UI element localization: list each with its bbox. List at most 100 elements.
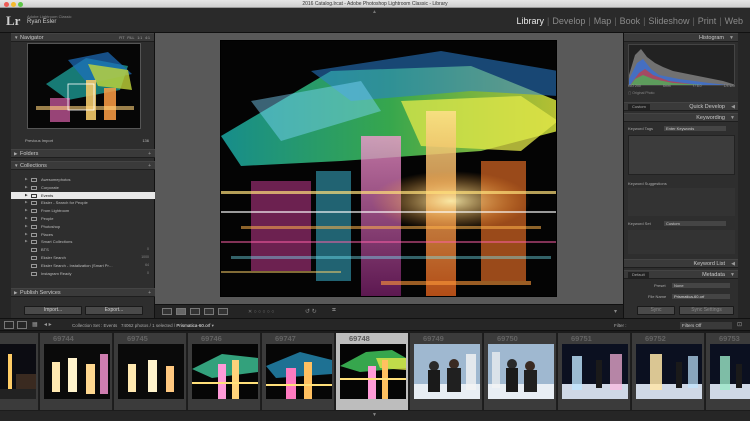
publish-services-header[interactable]: ▶ Publish Services +	[11, 288, 155, 297]
filmstrip-thumbnail[interactable]: 69751	[558, 333, 631, 410]
filter-lock-icon[interactable]: ⊡	[737, 321, 742, 328]
crop-overlay-icon[interactable]: ⌗	[332, 307, 336, 315]
keyword-set-dropdown[interactable]: Custom	[664, 221, 726, 226]
expand-arrow-icon[interactable]: ▶	[25, 176, 28, 184]
catalog-previous-import[interactable]: Previous Import 136	[11, 137, 155, 144]
module-book[interactable]: Book	[617, 16, 644, 26]
collapse-triangle-icon: ▼	[14, 35, 19, 40]
keywording-header[interactable]: Keywording ▼	[624, 113, 739, 122]
filmstrip-thumbnail[interactable]: 69752	[632, 333, 705, 410]
keyword-list-header[interactable]: Keyword List ◀	[624, 259, 739, 268]
expand-arrow-icon[interactable]: ▶	[25, 215, 28, 223]
filmstrip-thumbnail[interactable]	[0, 333, 39, 410]
expand-arrow-icon[interactable]: ▶	[25, 207, 28, 215]
zoom-fill[interactable]: FILL	[127, 36, 134, 40]
collection-item[interactable]: Eksler Search - Instalization (Smart Pr……	[11, 262, 155, 270]
grid-view-icon[interactable]	[162, 308, 172, 315]
expand-arrow-icon[interactable]: ▶	[25, 238, 28, 246]
keyword-set-grid[interactable]	[628, 230, 735, 254]
grid-shortcut-icon[interactable]: ▦	[32, 321, 38, 328]
display-2-icon[interactable]	[17, 321, 27, 329]
histogram-chart[interactable]	[628, 44, 735, 86]
collection-item[interactable]: ▶ People	[11, 215, 155, 223]
filmstrip-thumbnail[interactable]: 69744	[40, 333, 113, 410]
loupe-view[interactable]	[155, 33, 623, 304]
original-photo-checkbox[interactable]: ▢ Original Photo	[628, 91, 654, 95]
filmstrip-thumbnail[interactable]: 69747	[262, 333, 335, 410]
survey-view-icon[interactable]	[204, 308, 214, 315]
filmstrip-thumbnail[interactable]: 69745	[114, 333, 187, 410]
panel-toggle-bottom-icon[interactable]: ▼	[372, 412, 377, 418]
navigator-preview[interactable]	[27, 43, 141, 129]
right-panel-edge[interactable]	[738, 33, 750, 318]
people-view-icon[interactable]	[218, 308, 228, 315]
collection-set-icon	[31, 185, 37, 190]
collection-item[interactable]: ▶ Photoshop	[11, 223, 155, 231]
filter-dropdown[interactable]: Filters Off	[680, 322, 732, 329]
navigator-header[interactable]: ▼ Navigator FIT FILL 1:1 4:1	[11, 33, 154, 42]
collection-item[interactable]: ▶ From Lightroom	[11, 207, 155, 215]
quick-develop-preset[interactable]: Custom	[628, 104, 650, 110]
collection-item[interactable]: ▶ Smart Collections	[11, 238, 155, 246]
filmstrip-thumbnail[interactable]: 69750	[484, 333, 557, 410]
module-map[interactable]: Map	[591, 16, 615, 26]
nav-arrows-icon[interactable]: ◂ ▸	[44, 321, 52, 328]
collections-header[interactable]: ▼ Collections +	[11, 161, 155, 170]
filmstrip-source[interactable]: Collection Set : Events 74062 photos / 1…	[72, 323, 214, 329]
expand-arrow-icon[interactable]: ▶	[25, 184, 28, 192]
filmstrip-thumbnail[interactable]: 69746	[188, 333, 261, 410]
add-folder-icon[interactable]: +	[148, 150, 151, 158]
keyword-suggestions-grid[interactable]	[628, 188, 735, 216]
module-develop[interactable]: Develop	[549, 16, 588, 26]
keyword-tags-dropdown[interactable]: Enter Keywords	[664, 126, 726, 131]
module-library[interactable]: Library	[513, 16, 547, 26]
collection-item[interactable]: ▶ Places	[11, 231, 155, 239]
expand-arrow-icon[interactable]: ▶	[25, 231, 28, 239]
collection-item[interactable]: Instagram Ready 0	[11, 270, 155, 278]
display-1-icon[interactable]	[4, 321, 14, 329]
collection-item-selected[interactable]: ▶ Events	[11, 191, 155, 200]
sync-settings-button[interactable]: Sync Settings	[679, 306, 734, 315]
add-publish-service-icon[interactable]: +	[148, 289, 151, 297]
expand-arrow-icon[interactable]: ▶	[25, 192, 28, 200]
folders-header[interactable]: ▶ Folders +	[11, 149, 155, 158]
import-button[interactable]: Import...	[24, 306, 82, 315]
module-print[interactable]: Print	[695, 16, 720, 26]
rotate-icons[interactable]: ↺ ↻	[305, 308, 317, 315]
collection-item[interactable]: BTS 0	[11, 246, 155, 254]
metadata-view-dropdown[interactable]: Default	[628, 272, 649, 278]
filmstrip-thumbnail-selected[interactable]: 69748	[336, 333, 409, 410]
collection-item[interactable]: Eksler Search 1000	[11, 254, 155, 262]
module-slideshow[interactable]: Slideshow	[645, 16, 692, 26]
keyword-tags-textarea[interactable]	[628, 135, 735, 175]
expand-arrow-icon[interactable]: ▶	[25, 199, 28, 207]
filmstrip-thumbnail[interactable]: 69749	[410, 333, 483, 410]
metadata-preset-dropdown[interactable]: None	[672, 283, 730, 288]
compare-view-icon[interactable]	[190, 308, 200, 315]
sync-button[interactable]: Sync	[637, 306, 675, 315]
add-collection-icon[interactable]: +	[148, 162, 151, 170]
main-photo[interactable]	[220, 40, 557, 297]
smart-collection-icon	[31, 271, 37, 276]
filmstrip-thumbnail[interactable]: 69753	[706, 333, 750, 410]
zoom-1-1[interactable]: 1:1	[137, 36, 142, 40]
star-rating-icon[interactable]: ✕ ○ ○ ○ ○ ○	[248, 309, 274, 315]
file-name-field[interactable]: Prismatica-60.orf	[672, 294, 730, 299]
quick-develop-header[interactable]: Custom Quick Develop ◀	[624, 102, 739, 111]
histogram-header[interactable]: Histogram ▼	[624, 33, 738, 42]
export-button[interactable]: Export...	[85, 306, 143, 315]
expand-arrow-icon[interactable]: ▶	[25, 223, 28, 231]
collection-item[interactable]: ▶ Awesomephotos	[11, 176, 155, 184]
collection-item[interactable]: ▶ Eksler - Search for People	[11, 199, 155, 207]
module-web[interactable]: Web	[722, 16, 746, 26]
collection-set-icon	[31, 201, 37, 206]
left-panel-edge[interactable]	[0, 33, 11, 318]
bottom-panel-toggle-bar[interactable]: ▼	[0, 411, 750, 421]
zoom-fit[interactable]: FIT	[119, 36, 124, 40]
metadata-header[interactable]: Default Metadata ▼	[624, 270, 739, 279]
zoom-4-1[interactable]: 4:1	[145, 36, 150, 40]
panel-toggle-top-icon[interactable]: ▲	[372, 9, 377, 15]
loupe-view-icon[interactable]	[176, 308, 186, 315]
collection-item[interactable]: ▶ Corporate	[11, 184, 155, 192]
toolbar-menu-icon[interactable]: ▾	[614, 308, 617, 315]
